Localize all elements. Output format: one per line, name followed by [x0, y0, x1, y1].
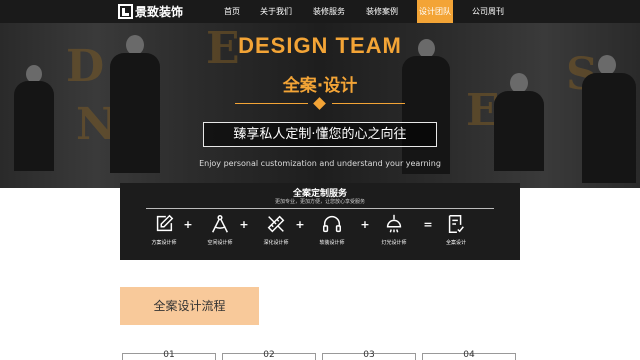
- step-number: 04: [463, 350, 475, 360]
- step-card[interactable]: 01: [122, 350, 216, 360]
- checklist-icon: [448, 215, 464, 233]
- brand-logo[interactable]: 景致装饰: [118, 3, 183, 20]
- hero-slogan-en: Enjoy personal customization and underst…: [199, 159, 441, 168]
- nav-item-about[interactable]: 关于我们: [256, 0, 296, 23]
- service-item-label: 空间设计师: [207, 240, 233, 246]
- service-item-label: 深化设计师: [263, 240, 289, 246]
- brand-name: 景致装饰: [135, 5, 184, 19]
- hero-title: DESIGN TEAM: [238, 33, 402, 58]
- service-item-label: 方案设计师: [151, 240, 177, 246]
- nav-item-cases[interactable]: 装修案例: [362, 0, 402, 23]
- nav-item-design-team[interactable]: 设计团队: [417, 0, 453, 23]
- divider-line: [235, 103, 308, 104]
- service-panel: 全案定制服务 更加专业，更加方便，让您放心享受服务 方案设计师 + 空间设计师 …: [120, 183, 520, 260]
- hero-banner: D N E E S DESIGN TEAM 全案·设计 臻享私人定制·懂您的心之…: [0, 23, 640, 188]
- nav-item-home[interactable]: 首页: [218, 0, 246, 23]
- nav-item-weekly[interactable]: 公司周刊: [468, 0, 508, 23]
- top-nav: 景致装饰 首页 关于我们 装修服务 装修案例 设计团队 公司周刊: [0, 0, 640, 23]
- service-item-label: 灯光设计师: [381, 240, 407, 246]
- service-item-label: 全案设计: [445, 240, 466, 246]
- service-item-full-design: 全案设计: [428, 213, 484, 246]
- step-number: 03: [363, 350, 375, 360]
- step-card[interactable]: 03: [322, 350, 416, 360]
- ruler-pencil-icon: [267, 215, 285, 233]
- nav-item-services[interactable]: 装修服务: [309, 0, 349, 23]
- pen-edit-icon: [156, 214, 174, 232]
- step-card[interactable]: 04: [422, 350, 516, 360]
- logo-mark-icon: [118, 4, 133, 19]
- step-number: 02: [263, 350, 275, 360]
- service-item-label: 软装设计师: [319, 240, 345, 246]
- drafting-compass-icon: [212, 215, 228, 233]
- step-card[interactable]: 02: [222, 350, 316, 360]
- service-item-lighting-designer: 灯光设计师: [366, 213, 422, 246]
- headset-icon: [323, 216, 341, 233]
- divider-line: [332, 103, 405, 104]
- hero-subtitle: 全案·设计: [282, 76, 358, 96]
- service-description: 更加专业，更加方便，让您放心享受服务: [274, 199, 365, 205]
- step-number: 01: [163, 350, 175, 360]
- service-item-soft-decor-designer: 软装设计师: [304, 213, 360, 246]
- divider-line: [146, 208, 494, 209]
- hero-slogan: 臻享私人定制·懂您的心之向往: [203, 122, 437, 147]
- process-title-button[interactable]: 全案设计流程: [120, 287, 259, 325]
- pendant-lamp-icon: [386, 214, 402, 233]
